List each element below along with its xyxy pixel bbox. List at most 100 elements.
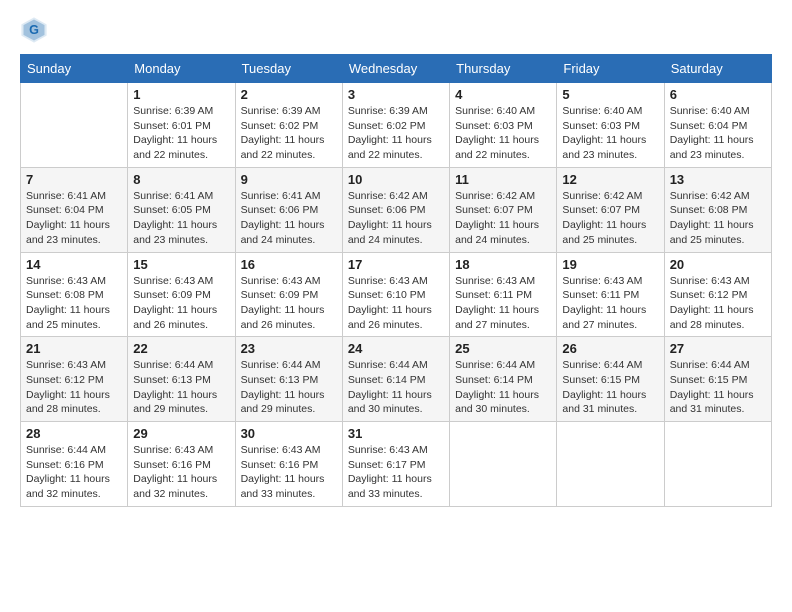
day-number: 22 [133,341,229,356]
day-detail: Sunrise: 6:43 AMSunset: 6:16 PMDaylight:… [241,443,337,502]
day-detail: Sunrise: 6:44 AMSunset: 6:15 PMDaylight:… [670,358,766,417]
day-cell: 26 Sunrise: 6:44 AMSunset: 6:15 PMDaylig… [557,337,664,422]
day-cell: 22 Sunrise: 6:44 AMSunset: 6:13 PMDaylig… [128,337,235,422]
day-number: 24 [348,341,444,356]
day-cell: 10 Sunrise: 6:42 AMSunset: 6:06 PMDaylig… [342,167,449,252]
day-cell [450,422,557,507]
day-number: 5 [562,87,658,102]
day-cell [664,422,771,507]
day-detail: Sunrise: 6:39 AMSunset: 6:02 PMDaylight:… [348,104,444,163]
day-number: 2 [241,87,337,102]
day-number: 30 [241,426,337,441]
day-detail: Sunrise: 6:43 AMSunset: 6:10 PMDaylight:… [348,274,444,333]
day-cell: 23 Sunrise: 6:44 AMSunset: 6:13 PMDaylig… [235,337,342,422]
day-number: 15 [133,257,229,272]
day-number: 17 [348,257,444,272]
day-detail: Sunrise: 6:39 AMSunset: 6:01 PMDaylight:… [133,104,229,163]
calendar-page: G SundayMondayTuesdayWednesdayThursdayFr… [0,0,792,612]
day-number: 6 [670,87,766,102]
day-number: 19 [562,257,658,272]
day-cell: 31 Sunrise: 6:43 AMSunset: 6:17 PMDaylig… [342,422,449,507]
day-detail: Sunrise: 6:42 AMSunset: 6:07 PMDaylight:… [562,189,658,248]
header-day: Tuesday [235,55,342,83]
day-number: 4 [455,87,551,102]
day-cell: 14 Sunrise: 6:43 AMSunset: 6:08 PMDaylig… [21,252,128,337]
day-number: 11 [455,172,551,187]
day-detail: Sunrise: 6:39 AMSunset: 6:02 PMDaylight:… [241,104,337,163]
day-detail: Sunrise: 6:43 AMSunset: 6:09 PMDaylight:… [133,274,229,333]
day-detail: Sunrise: 6:41 AMSunset: 6:04 PMDaylight:… [26,189,122,248]
week-row: 1 Sunrise: 6:39 AMSunset: 6:01 PMDayligh… [21,83,772,168]
day-number: 29 [133,426,229,441]
day-cell [21,83,128,168]
day-cell: 27 Sunrise: 6:44 AMSunset: 6:15 PMDaylig… [664,337,771,422]
day-cell: 18 Sunrise: 6:43 AMSunset: 6:11 PMDaylig… [450,252,557,337]
day-cell: 28 Sunrise: 6:44 AMSunset: 6:16 PMDaylig… [21,422,128,507]
day-cell: 15 Sunrise: 6:43 AMSunset: 6:09 PMDaylig… [128,252,235,337]
day-cell: 25 Sunrise: 6:44 AMSunset: 6:14 PMDaylig… [450,337,557,422]
day-detail: Sunrise: 6:43 AMSunset: 6:08 PMDaylight:… [26,274,122,333]
day-cell: 20 Sunrise: 6:43 AMSunset: 6:12 PMDaylig… [664,252,771,337]
header-day: Sunday [21,55,128,83]
day-detail: Sunrise: 6:43 AMSunset: 6:12 PMDaylight:… [670,274,766,333]
day-detail: Sunrise: 6:44 AMSunset: 6:15 PMDaylight:… [562,358,658,417]
day-cell: 17 Sunrise: 6:43 AMSunset: 6:10 PMDaylig… [342,252,449,337]
day-cell: 19 Sunrise: 6:43 AMSunset: 6:11 PMDaylig… [557,252,664,337]
header-day: Friday [557,55,664,83]
day-cell: 24 Sunrise: 6:44 AMSunset: 6:14 PMDaylig… [342,337,449,422]
day-detail: Sunrise: 6:43 AMSunset: 6:17 PMDaylight:… [348,443,444,502]
day-number: 16 [241,257,337,272]
day-cell: 5 Sunrise: 6:40 AMSunset: 6:03 PMDayligh… [557,83,664,168]
day-cell: 2 Sunrise: 6:39 AMSunset: 6:02 PMDayligh… [235,83,342,168]
week-row: 14 Sunrise: 6:43 AMSunset: 6:08 PMDaylig… [21,252,772,337]
header-day: Wednesday [342,55,449,83]
logo-icon: G [20,16,48,44]
calendar-table: SundayMondayTuesdayWednesdayThursdayFrid… [20,54,772,507]
day-number: 13 [670,172,766,187]
day-number: 9 [241,172,337,187]
day-detail: Sunrise: 6:43 AMSunset: 6:09 PMDaylight:… [241,274,337,333]
day-cell [557,422,664,507]
header-day: Thursday [450,55,557,83]
day-number: 7 [26,172,122,187]
day-number: 3 [348,87,444,102]
day-number: 10 [348,172,444,187]
week-row: 7 Sunrise: 6:41 AMSunset: 6:04 PMDayligh… [21,167,772,252]
day-number: 23 [241,341,337,356]
day-cell: 30 Sunrise: 6:43 AMSunset: 6:16 PMDaylig… [235,422,342,507]
day-detail: Sunrise: 6:40 AMSunset: 6:03 PMDaylight:… [562,104,658,163]
day-cell: 6 Sunrise: 6:40 AMSunset: 6:04 PMDayligh… [664,83,771,168]
day-detail: Sunrise: 6:40 AMSunset: 6:03 PMDaylight:… [455,104,551,163]
day-detail: Sunrise: 6:42 AMSunset: 6:06 PMDaylight:… [348,189,444,248]
day-number: 21 [26,341,122,356]
header-day: Monday [128,55,235,83]
day-detail: Sunrise: 6:40 AMSunset: 6:04 PMDaylight:… [670,104,766,163]
day-detail: Sunrise: 6:43 AMSunset: 6:12 PMDaylight:… [26,358,122,417]
svg-text:G: G [29,23,39,37]
day-number: 12 [562,172,658,187]
header-day: Saturday [664,55,771,83]
day-detail: Sunrise: 6:42 AMSunset: 6:08 PMDaylight:… [670,189,766,248]
header: G [20,16,772,44]
day-number: 28 [26,426,122,441]
day-detail: Sunrise: 6:43 AMSunset: 6:11 PMDaylight:… [455,274,551,333]
day-cell: 9 Sunrise: 6:41 AMSunset: 6:06 PMDayligh… [235,167,342,252]
day-number: 14 [26,257,122,272]
day-detail: Sunrise: 6:44 AMSunset: 6:14 PMDaylight:… [348,358,444,417]
day-detail: Sunrise: 6:44 AMSunset: 6:13 PMDaylight:… [133,358,229,417]
day-detail: Sunrise: 6:43 AMSunset: 6:11 PMDaylight:… [562,274,658,333]
day-cell: 8 Sunrise: 6:41 AMSunset: 6:05 PMDayligh… [128,167,235,252]
day-number: 31 [348,426,444,441]
day-detail: Sunrise: 6:43 AMSunset: 6:16 PMDaylight:… [133,443,229,502]
day-detail: Sunrise: 6:44 AMSunset: 6:13 PMDaylight:… [241,358,337,417]
day-cell: 16 Sunrise: 6:43 AMSunset: 6:09 PMDaylig… [235,252,342,337]
header-row: SundayMondayTuesdayWednesdayThursdayFrid… [21,55,772,83]
day-number: 20 [670,257,766,272]
day-number: 26 [562,341,658,356]
day-number: 8 [133,172,229,187]
day-detail: Sunrise: 6:44 AMSunset: 6:14 PMDaylight:… [455,358,551,417]
day-number: 25 [455,341,551,356]
day-cell: 3 Sunrise: 6:39 AMSunset: 6:02 PMDayligh… [342,83,449,168]
day-detail: Sunrise: 6:41 AMSunset: 6:06 PMDaylight:… [241,189,337,248]
logo: G [20,16,52,44]
